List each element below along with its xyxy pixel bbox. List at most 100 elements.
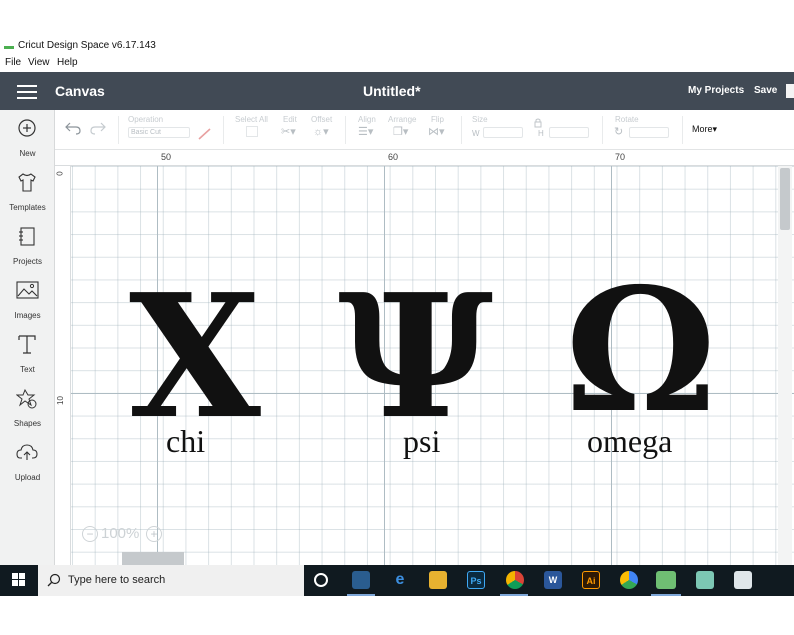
search-placeholder: Type here to search — [68, 574, 166, 586]
photos-icon[interactable] — [734, 571, 752, 589]
taskbar-search[interactable]: Type here to search — [38, 565, 304, 596]
pen-icon[interactable] — [198, 128, 212, 140]
redo-icon[interactable] — [90, 121, 106, 135]
height-label: H — [538, 129, 544, 138]
ruler-mark: 0 — [55, 171, 65, 176]
menu-file[interactable]: File — [5, 57, 21, 68]
ruler-left: 0 10 — [55, 166, 71, 565]
sidebar-item-label: New — [19, 149, 36, 158]
sidebar-item-label: Shapes — [13, 419, 42, 428]
shapes-icon — [16, 388, 37, 409]
menu-help[interactable]: Help — [57, 57, 78, 68]
ruler-top: 50 60 70 — [55, 150, 794, 166]
align-icon[interactable]: ☰▾ — [358, 125, 373, 138]
chrome-alt-icon[interactable] — [620, 571, 638, 589]
make-it-button[interactable] — [786, 84, 794, 98]
offset-label: Offset — [311, 115, 333, 124]
sidebar-item-label: Text — [20, 365, 35, 374]
app-header: Canvas Untitled* My Projects Save — [0, 72, 794, 110]
sidebar-item-projects[interactable]: Projects — [0, 226, 55, 278]
horizontal-scrollbar-thumb[interactable] — [122, 552, 184, 565]
ruler-mark: 10 — [55, 396, 65, 405]
explorer-icon[interactable] — [352, 571, 370, 589]
upload-icon — [16, 444, 38, 460]
height-input[interactable] — [549, 127, 589, 138]
search-icon — [47, 573, 61, 587]
cortana-icon[interactable] — [314, 573, 328, 587]
flip-label: Flip — [431, 115, 444, 124]
sidebar-item-upload[interactable]: Upload — [0, 442, 55, 494]
offset-icon[interactable]: ☼▾ — [313, 125, 329, 138]
illustrator-icon[interactable]: Ai — [582, 571, 600, 589]
hamburger-menu-icon[interactable] — [17, 85, 37, 99]
word-icon[interactable]: W — [544, 571, 562, 589]
menu-view[interactable]: View — [28, 57, 50, 68]
psi-symbol[interactable]: Ψ — [338, 272, 493, 442]
chi-label[interactable]: chi — [166, 425, 205, 457]
omega-symbol[interactable]: Ω — [565, 266, 716, 436]
zoom-out-button[interactable]: − — [82, 526, 98, 542]
files-icon[interactable] — [429, 571, 447, 589]
size-label: Size — [472, 115, 488, 124]
more-button[interactable]: More▾ — [692, 124, 717, 135]
window-titlebar: Cricut Design Space v6.17.143 — [0, 38, 794, 56]
scrollbar-thumb[interactable] — [780, 168, 790, 230]
select-all-label: Select All — [235, 115, 268, 124]
edit-label: Edit — [283, 115, 297, 124]
toolbar-divider — [461, 116, 462, 144]
omega-label[interactable]: omega — [587, 425, 672, 457]
operation-label: Operation — [128, 115, 164, 124]
window-title: Cricut Design Space v6.17.143 — [18, 40, 156, 51]
running-indicator — [347, 594, 375, 596]
toolbar-divider — [118, 116, 119, 144]
sidebar-item-label: Templates — [9, 203, 46, 212]
arrange-icon[interactable]: ❐▾ — [393, 125, 408, 138]
menu-bar: File View Help — [0, 57, 794, 71]
save-button[interactable]: Save — [754, 85, 777, 96]
tshirt-icon — [18, 173, 36, 192]
select-all-button[interactable] — [246, 126, 258, 137]
width-input[interactable] — [483, 127, 523, 138]
edit-scissors-icon[interactable]: ✂▾ — [281, 125, 296, 138]
my-projects-button[interactable]: My Projects — [688, 85, 744, 96]
design-canvas[interactable]: Χ chi Ψ psi Ω omega — [71, 166, 794, 565]
zoom-in-button[interactable]: + — [146, 526, 162, 542]
sidebar-item-label: Projects — [13, 257, 42, 266]
toolbar-divider — [602, 116, 603, 144]
photoshop-icon[interactable]: Ps — [467, 571, 485, 589]
edit-toolbar: Operation Basic Cut Select All Edit ✂▾ O… — [55, 110, 794, 150]
undo-icon[interactable] — [65, 121, 81, 135]
cricut-icon[interactable] — [656, 571, 676, 589]
chrome-icon[interactable] — [506, 571, 524, 589]
running-indicator — [500, 594, 528, 596]
text-icon — [18, 335, 36, 354]
app-icon[interactable] — [696, 571, 714, 589]
rotate-input[interactable] — [629, 127, 669, 138]
sidebar-item-shapes[interactable]: Shapes — [0, 388, 55, 440]
width-label: W — [472, 129, 480, 138]
lock-icon[interactable] — [534, 118, 542, 128]
more-label: More — [692, 124, 713, 134]
vertical-scrollbar[interactable] — [778, 166, 792, 565]
sidebar-item-templates[interactable]: Templates — [0, 172, 55, 224]
left-sidebar: New Templates Projects Images Text Shape… — [0, 110, 55, 565]
screen: Cricut Design Space v6.17.143 File View … — [0, 0, 794, 635]
sidebar-item-images[interactable]: Images — [0, 280, 55, 332]
sidebar-item-label: Images — [14, 311, 41, 320]
operation-select[interactable]: Basic Cut — [128, 127, 190, 138]
plus-circle-icon — [18, 119, 36, 137]
sidebar-item-new[interactable]: New — [0, 118, 55, 170]
windows-taskbar: Type here to search e Ps W Ai — [0, 565, 794, 596]
rotate-icon[interactable]: ↻ — [614, 125, 623, 138]
windows-start-icon[interactable] — [12, 573, 26, 587]
sidebar-item-text[interactable]: Text — [0, 334, 55, 386]
psi-label[interactable]: psi — [403, 425, 440, 457]
flip-icon[interactable]: ⋈▾ — [428, 125, 445, 138]
notebook-icon — [19, 227, 35, 246]
zoom-level: 100% — [101, 525, 140, 542]
image-icon — [16, 281, 39, 299]
running-indicator — [651, 594, 681, 596]
section-title: Canvas — [55, 83, 105, 99]
edge-icon[interactable]: e — [391, 571, 409, 589]
chi-symbol[interactable]: Χ — [129, 272, 261, 442]
